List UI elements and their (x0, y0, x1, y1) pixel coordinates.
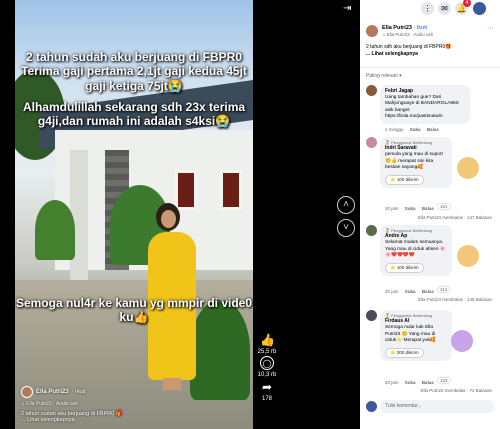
notifications-icon[interactable]: 🔔 4 (455, 0, 471, 15)
profile-avatar[interactable] (473, 2, 486, 15)
post-caption-text: 2 tahun sdh aku berjuang di FBPR0🎁 (366, 44, 452, 50)
comment-text: Semoga nular kak Ella Putri23 😊 Yang mau… (385, 325, 436, 344)
comment-bubble: Febri Jagap Uang tambahan gue? Dari Mahj… (380, 85, 470, 124)
more-options-icon[interactable]: ··· (487, 25, 494, 32)
thumbs-up-icon: 👍 (260, 333, 275, 347)
comment-time: 1 minggu (385, 127, 404, 132)
video-frame[interactable]: 2 tahun sudah aku berjuang di FBPR0 Teri… (15, 0, 253, 429)
chevron-up-icon: ˄ (343, 199, 349, 210)
divider (360, 67, 500, 68)
commenter-avatar[interactable] (366, 137, 377, 148)
like-action[interactable]: 👍 25,5 rb (256, 333, 278, 355)
comment-like-button[interactable]: Suka (405, 289, 416, 294)
comment-count: 10,3 rb (257, 372, 277, 378)
previous-video-button[interactable]: ˄ (337, 196, 355, 214)
post-follow-link[interactable]: · Ikuti (414, 25, 427, 31)
comment-action[interactable]: ◯ 10,3 rb (256, 356, 278, 378)
comment-bubble: 🏅 Penggemar Berbintang Firdaus Al Semoga… (380, 310, 452, 361)
stars-sent-badge: ⭐ 100 dikirim (385, 174, 424, 185)
comment-text: Uang tambahan gue? Dari Mahjongways di B… (385, 94, 459, 120)
comment-meta: 20 jam Suka Balas (385, 206, 434, 211)
view-replies-link[interactable]: Ella Putri23 membalas · 72 Balasan (420, 388, 492, 393)
comment-icon: ◯ (260, 356, 274, 370)
comment-time: 20 jam (385, 206, 399, 211)
comment-time: 20 jam (385, 289, 399, 294)
comment-composer: Tulis komentar... (366, 400, 494, 414)
comment-item: Febri Jagap Uang tambahan gue? Dari Mahj… (366, 85, 494, 135)
sticker-image (451, 330, 473, 352)
menu-grid-icon[interactable]: ⋮ (421, 2, 434, 15)
video-overlay-text-mid: Alhamdulillah sekarang sdh 23x terima g4… (22, 100, 246, 129)
current-user-avatar (366, 401, 377, 412)
comment-bubble: 🏅 Penggemar Berbintang Andre Ap Selamat … (380, 225, 452, 276)
sticker-image (457, 245, 479, 267)
comment-bubble: 🏅 Penggemar Berbintang Indri Saravati pe… (380, 137, 452, 188)
share-action[interactable]: ➦ 178 (256, 380, 278, 402)
see-more-link[interactable]: ... Lihat selengkapnya (21, 417, 247, 423)
post-author-name[interactable]: Ella Putri23 (382, 25, 412, 31)
commenter-avatar[interactable] (366, 85, 377, 96)
comment-text: Selamat malam semuanya. Yang mau di cidu… (385, 240, 446, 259)
reels-page: 2 tahun sudah aku berjuang di FBPR0 Teri… (0, 0, 500, 429)
reaction-count[interactable]: 161 (438, 204, 450, 209)
video-footer: Ella Putri23 · Ikuti ♫ Ella Putri23 · Au… (21, 386, 247, 423)
comment-item: 🏅 Penggemar Berbintang Andre Ap Selamat … (366, 225, 494, 305)
comment-meta: 1 minggu Suka Balas (385, 127, 439, 132)
video-viewer: 2 tahun sudah aku berjuang di FBPR0 Teri… (0, 0, 360, 429)
reaction-count[interactable]: 114 (438, 287, 450, 292)
post-audio[interactable]: ♫ Ella Putri23 · Audio asli (382, 32, 433, 37)
comment-meta: 20 jam Suka Balas (385, 380, 434, 385)
comment-time: 20 jam (385, 380, 399, 385)
audio-label[interactable]: ♫ Ella Putri23 · Audio asli (21, 401, 247, 407)
comment-reply-button[interactable]: Balas (427, 127, 439, 132)
comment-item: 🏅 Penggemar Berbintang Firdaus Al Semoga… (366, 310, 494, 395)
commenter-avatar[interactable] (366, 310, 377, 321)
exit-fullscreen-icon[interactable]: ⇥ (343, 3, 351, 14)
reaction-count[interactable]: 103 (438, 378, 450, 383)
post-see-more[interactable]: ... Lihat selengkapnya (366, 51, 494, 58)
plant (35, 200, 75, 260)
comment-like-button[interactable]: Suka (405, 380, 416, 385)
like-count: 25,5 rb (257, 349, 277, 355)
video-overlay-text-top: 2 tahun sudah aku berjuang di FBPR0 Teri… (21, 50, 247, 93)
comment-reply-button[interactable]: Balas (422, 380, 434, 385)
commenter-avatar[interactable] (366, 225, 377, 236)
window (175, 170, 197, 210)
author-name[interactable]: Ella Putri23 (36, 389, 69, 395)
comment-text: pemula yang mau di suport 😊👍 merapat sin… (385, 152, 443, 171)
author-avatar[interactable] (21, 386, 33, 398)
window (220, 170, 242, 210)
commenter-name[interactable]: Febri Jagap (385, 88, 465, 95)
comment-like-button[interactable]: Suka (405, 206, 416, 211)
post-author[interactable]: Ella Putri23 · Ikuti (382, 25, 427, 31)
comment-meta: 20 jam Suka Balas (385, 289, 434, 294)
stars-sent-badge: ⭐ 300 dikirim (385, 347, 424, 358)
video-overlay-text-bottom: Semoga nul4r ke kamu yg mmpir di vide0 k… (15, 296, 253, 325)
share-icon: ➦ (261, 380, 273, 394)
view-replies-link[interactable]: Ella Putri23 membalas · 147 Balasan (418, 215, 492, 220)
comment-like-button[interactable]: Suka (410, 127, 421, 132)
messenger-icon[interactable]: ✉ (438, 2, 451, 15)
chevron-down-icon: ˅ (343, 222, 349, 233)
sticker-image (457, 157, 479, 179)
post-caption: 2 tahun sdh aku berjuang di FBPR0🎁 ... L… (366, 44, 494, 58)
author-avatar[interactable] (366, 25, 378, 37)
person-face (161, 210, 176, 228)
follow-link[interactable]: · Ikuti (72, 389, 85, 395)
comment-reply-button[interactable]: Balas (422, 206, 434, 211)
view-replies-link[interactable]: Ella Putri23 membalas · 148 Balasan (418, 297, 492, 302)
comment-reply-button[interactable]: Balas (422, 289, 434, 294)
comment-item: 🏅 Penggemar Berbintang Indri Saravati pe… (366, 137, 494, 222)
next-video-button[interactable]: ˅ (337, 219, 355, 237)
comment-sort-dropdown[interactable]: Paling relevan ▾ (366, 73, 402, 79)
comment-input[interactable]: Tulis komentar... (380, 400, 494, 413)
share-count: 178 (261, 396, 272, 402)
stars-sent-badge: ⭐ 100 dikirim (385, 262, 424, 273)
